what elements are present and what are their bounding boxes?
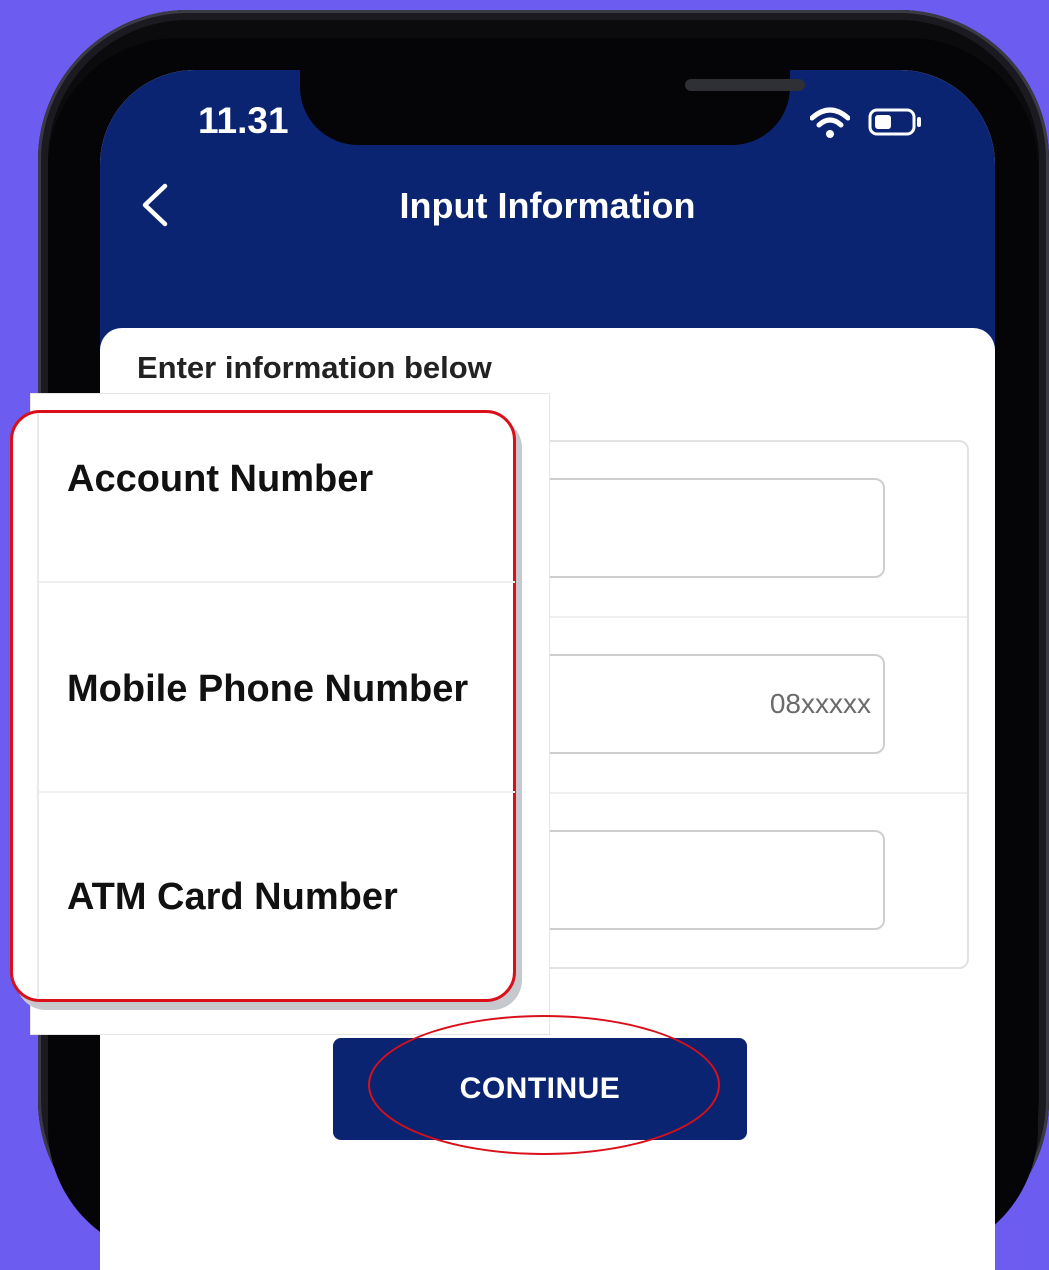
mobile-phone-label: Mobile Phone Number (67, 668, 469, 710)
status-time: 11.31 (198, 100, 289, 141)
mobile-phone-input[interactable] (531, 654, 885, 754)
app-header: 11.31 Input Information (100, 70, 995, 370)
speaker-grille (685, 79, 805, 91)
section-label: Enter information below (137, 350, 492, 385)
field-labels-callout: Account Number Mobile Phone Number ATM C… (10, 410, 516, 1002)
callout-divider (39, 791, 515, 793)
camera-notch (300, 70, 805, 145)
account-number-label: Account Number (67, 458, 374, 500)
atm-card-label: ATM Card Number (67, 876, 398, 918)
atm-card-input[interactable] (531, 830, 885, 930)
callout-edge-line (37, 413, 39, 999)
continue-button[interactable]: CONTINUE (333, 1038, 747, 1140)
battery-icon (868, 108, 921, 136)
callout-divider (39, 581, 515, 583)
wifi-icon (810, 107, 850, 138)
account-number-input[interactable] (531, 478, 885, 578)
page-title: Input Information (399, 185, 696, 226)
